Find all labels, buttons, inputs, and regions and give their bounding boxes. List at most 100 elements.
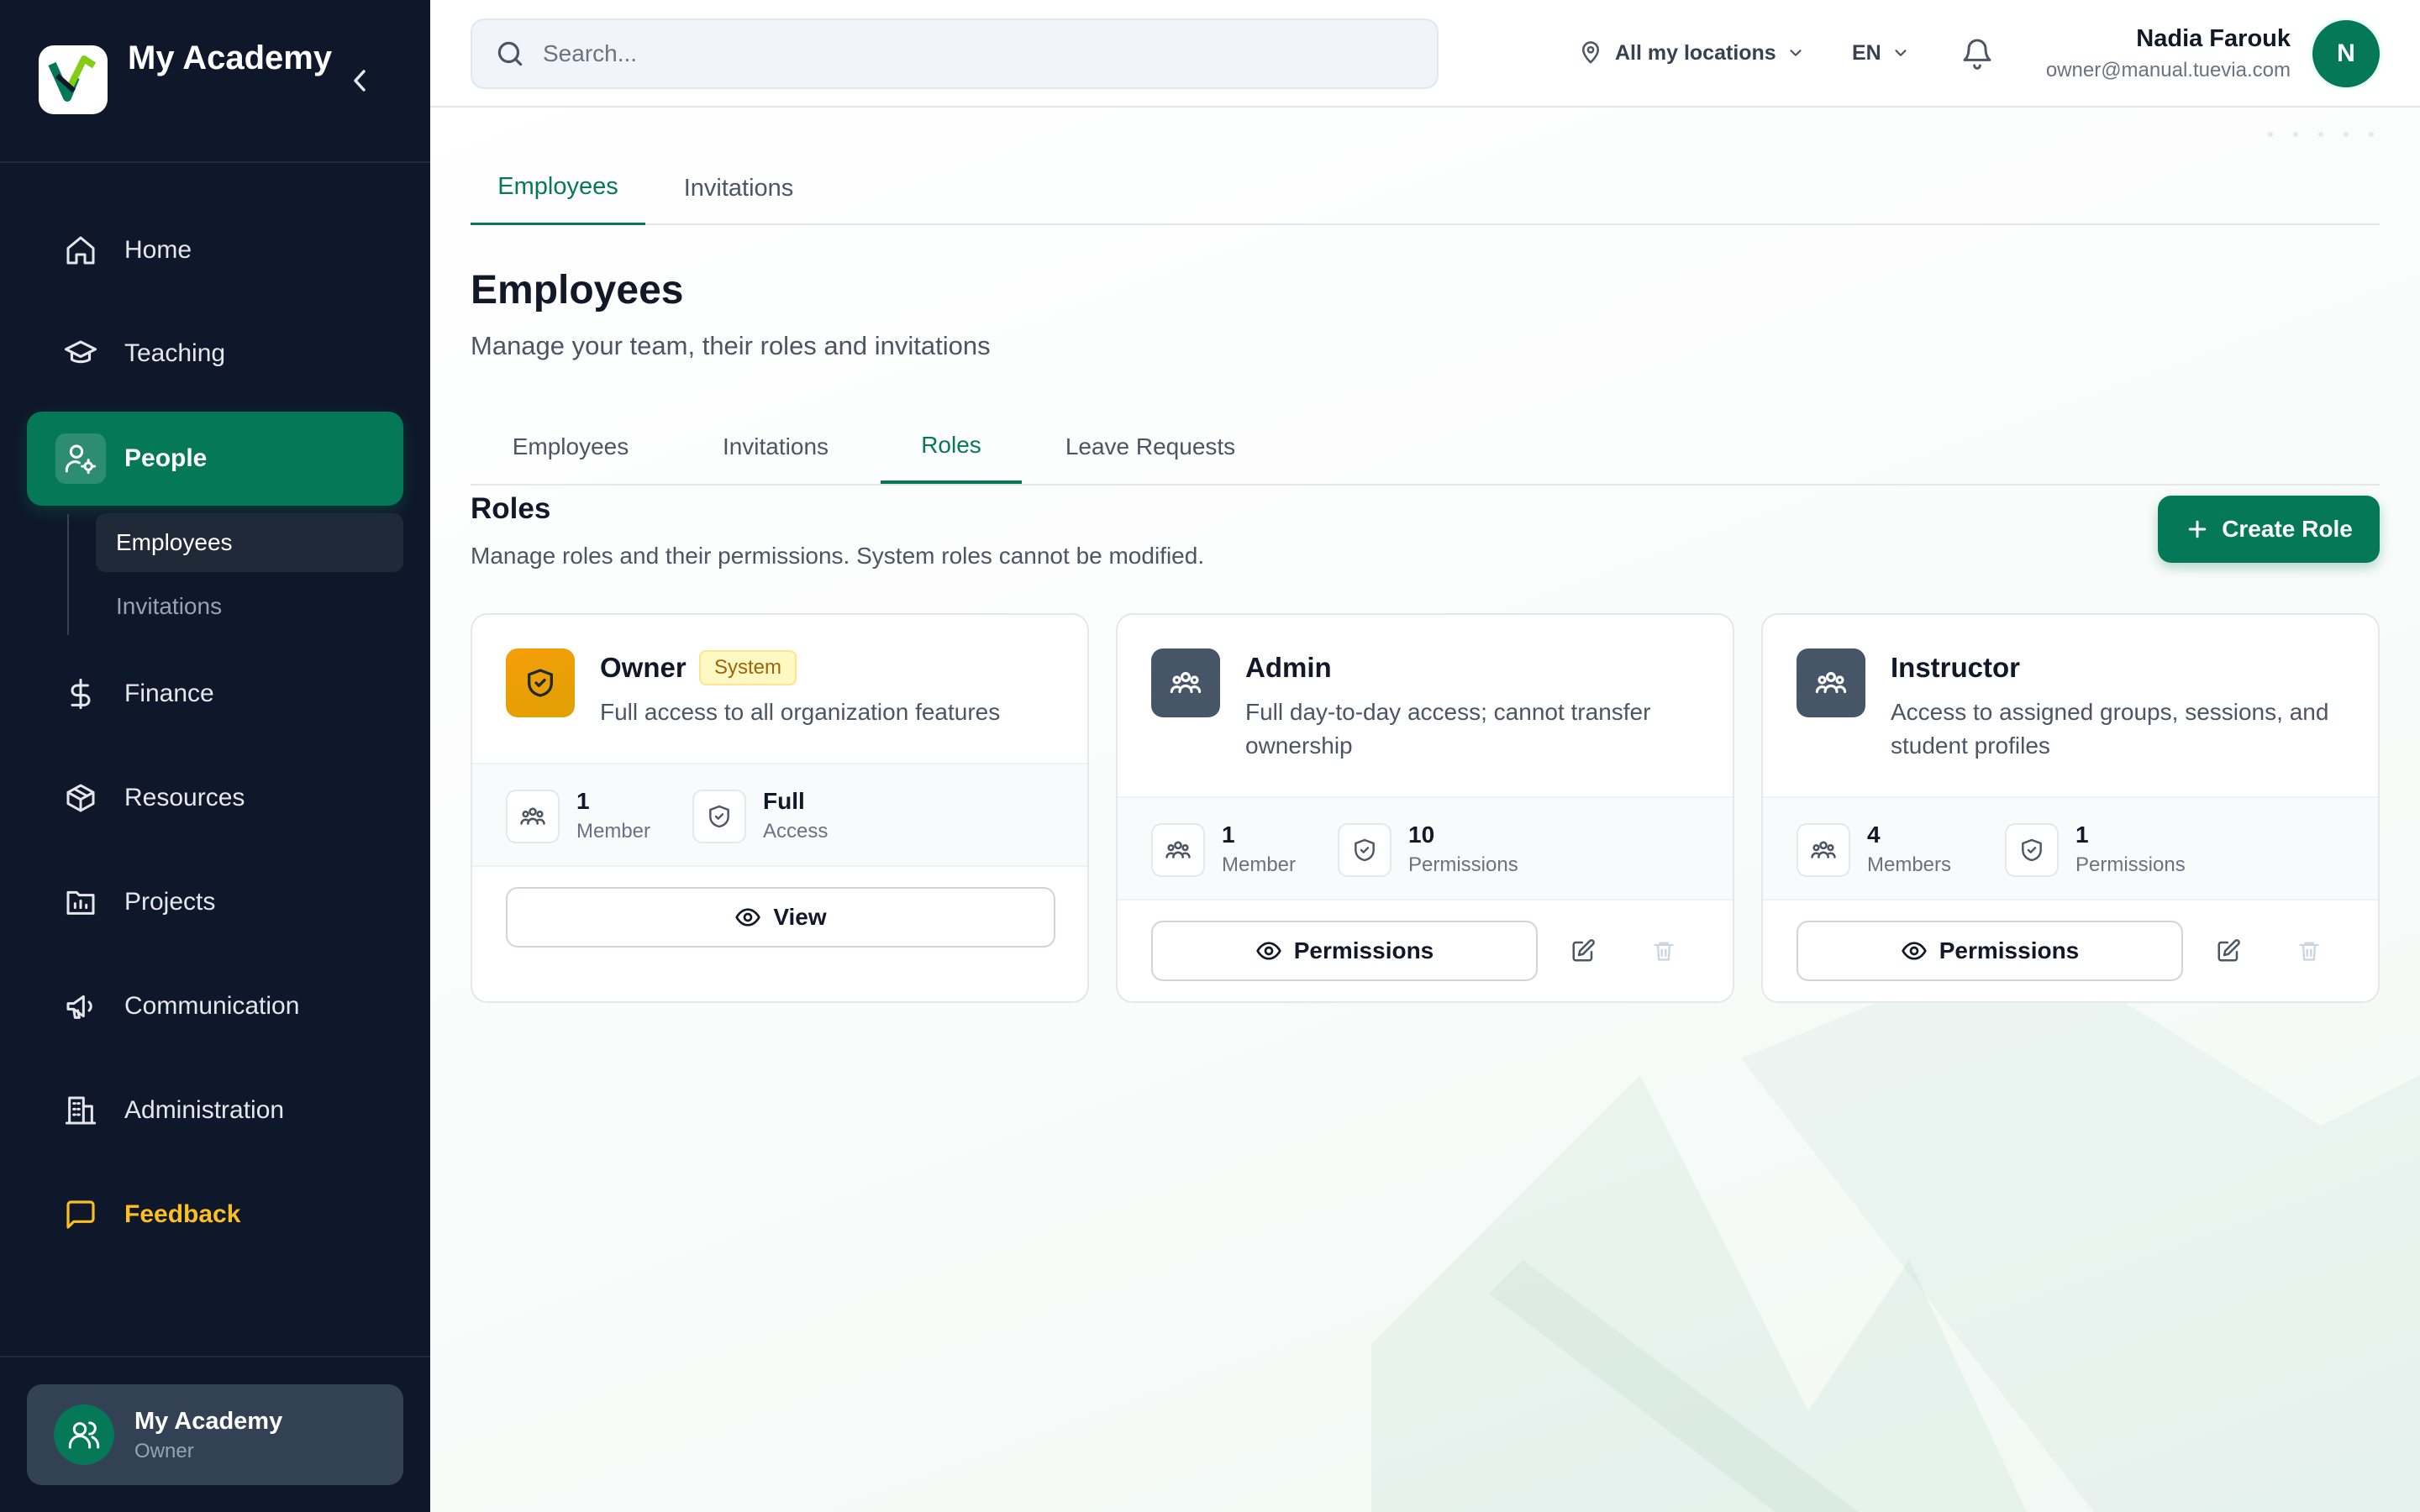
nav-label: People bbox=[124, 444, 208, 472]
eye-icon bbox=[1902, 942, 1927, 960]
role-description: Full access to all organization features bbox=[600, 699, 1001, 725]
building-icon bbox=[55, 1085, 106, 1136]
permissions-value: 10 bbox=[1408, 822, 1435, 848]
top-tabs: Employees Invitations bbox=[471, 151, 2380, 225]
sidebar-footer-divider bbox=[0, 1356, 430, 1357]
user-avatar[interactable]: N bbox=[2312, 20, 2380, 87]
members-icon bbox=[1151, 823, 1205, 877]
permissions-value: 1 bbox=[2075, 822, 2089, 848]
location-select[interactable]: All my locations bbox=[1578, 34, 1805, 72]
search-icon bbox=[497, 41, 523, 66]
members-icon bbox=[1797, 823, 1850, 877]
view-label: View bbox=[773, 904, 827, 930]
user-name: Nadia Farouk bbox=[2136, 25, 2291, 52]
topbar: All my locations EN Nadia Farouk owner@m… bbox=[430, 0, 2420, 108]
eye-icon bbox=[1256, 942, 1281, 960]
members-count: 1 bbox=[1222, 822, 1235, 848]
nav-item-finance[interactable]: Finance bbox=[27, 648, 403, 740]
shield-icon bbox=[692, 790, 746, 843]
delete-role-button[interactable] bbox=[1640, 927, 1687, 974]
chart-folder-icon bbox=[55, 877, 106, 927]
nav-item-resources[interactable]: Resources bbox=[27, 752, 403, 844]
permissions-button[interactable]: Permissions bbox=[1151, 921, 1538, 981]
permissions-label: Permissions bbox=[1939, 937, 2080, 963]
edit-role-button[interactable] bbox=[2205, 927, 2252, 974]
role-name: Owner bbox=[600, 652, 687, 683]
dollar-icon bbox=[55, 669, 106, 719]
home-icon bbox=[55, 225, 106, 276]
permissions-label: Permissions bbox=[1293, 937, 1434, 963]
chevron-left-icon bbox=[354, 70, 366, 92]
permissions-label: Permissions bbox=[1408, 853, 1518, 876]
shield-icon bbox=[1338, 823, 1392, 877]
edit-icon bbox=[1572, 939, 1595, 962]
subnav-item-invitations[interactable]: Invitations bbox=[96, 577, 403, 636]
nav-label: Communication bbox=[124, 992, 300, 1020]
nav-item-feedback[interactable]: Feedback bbox=[27, 1168, 403, 1261]
tab-employees[interactable]: Employees bbox=[471, 151, 645, 225]
subtab-invitations[interactable]: Invitations bbox=[681, 410, 871, 484]
brand-logo[interactable] bbox=[39, 45, 108, 114]
nav-item-people[interactable]: People bbox=[27, 412, 403, 506]
notifications-button[interactable] bbox=[1958, 34, 1996, 72]
nav-item-teaching[interactable]: Teaching bbox=[27, 307, 403, 400]
subnav-item-employees[interactable]: Employees bbox=[96, 513, 403, 572]
subtab-leave-requests[interactable]: Leave Requests bbox=[1030, 410, 1270, 484]
subtab-roles[interactable]: Roles bbox=[881, 410, 1022, 484]
account-name: My Academy bbox=[134, 1408, 283, 1435]
search-box[interactable] bbox=[471, 18, 1439, 89]
sidebar: My Academy Home Teaching People Employee… bbox=[0, 0, 430, 1512]
role-name: Instructor bbox=[1891, 652, 2021, 683]
search-input[interactable] bbox=[543, 40, 1417, 67]
shield-check-icon bbox=[528, 669, 553, 697]
nav-label: Administration bbox=[124, 1096, 285, 1124]
role-description: Access to assigned groups, sessions, and… bbox=[1891, 699, 2329, 759]
edit-role-button[interactable] bbox=[1560, 927, 1607, 974]
permissions-value: Full bbox=[763, 788, 805, 814]
permissions-button[interactable]: Permissions bbox=[1797, 921, 2183, 981]
box-icon bbox=[55, 773, 106, 823]
subtab-employees[interactable]: Employees bbox=[471, 410, 671, 484]
megaphone-icon bbox=[55, 981, 106, 1032]
nav-label: Resources bbox=[124, 784, 245, 811]
create-role-button[interactable]: Create Role bbox=[2158, 496, 2380, 563]
system-badge: System bbox=[699, 650, 797, 685]
role-card-admin: Admin Full day-to-day access; cannot tra… bbox=[1116, 613, 1734, 1003]
page-title: Employees bbox=[471, 268, 684, 312]
language-select[interactable]: EN bbox=[1852, 34, 1910, 72]
role-description: Full day-to-day access; cannot transfer … bbox=[1245, 699, 1651, 759]
decorative-dots bbox=[2268, 132, 2374, 137]
chevron-down-icon bbox=[1895, 50, 1907, 56]
trash-icon bbox=[1654, 942, 1674, 961]
user-cog-icon bbox=[55, 433, 106, 484]
roles-subtitle: Manage roles and their permissions. Syst… bbox=[471, 543, 1205, 569]
role-card-instructor: Instructor Access to assigned groups, se… bbox=[1761, 613, 2380, 1003]
account-switcher[interactable]: My Academy Owner bbox=[27, 1384, 403, 1485]
nav-label: Home bbox=[124, 236, 192, 264]
account-avatar bbox=[54, 1404, 114, 1465]
users-group-icon bbox=[1170, 672, 1202, 694]
delete-role-button[interactable] bbox=[2286, 927, 2333, 974]
plus-icon bbox=[2188, 520, 2207, 538]
nav-label: Teaching bbox=[124, 339, 226, 367]
tab-invitations[interactable]: Invitations bbox=[667, 151, 810, 225]
role-icon bbox=[1151, 648, 1220, 717]
nav-item-administration[interactable]: Administration bbox=[27, 1064, 403, 1157]
members-count: 1 bbox=[576, 788, 590, 814]
language-label: EN bbox=[1852, 40, 1881, 65]
role-card-owner: Owner System Full access to all organiza… bbox=[471, 613, 1089, 1003]
trash-icon bbox=[2299, 942, 2319, 961]
nav-item-home[interactable]: Home bbox=[27, 204, 403, 297]
nav-label: Finance bbox=[124, 680, 214, 707]
view-role-button[interactable]: View bbox=[506, 887, 1055, 948]
role-stats: 1 Member 10 Permissions bbox=[1118, 796, 1733, 900]
nav-item-projects[interactable]: Projects bbox=[27, 856, 403, 948]
members-count: 4 bbox=[1867, 822, 1881, 848]
role-name: Admin bbox=[1245, 652, 1332, 683]
collapse-sidebar-button[interactable] bbox=[343, 62, 376, 99]
members-icon bbox=[506, 790, 560, 843]
chevron-down-icon bbox=[1790, 50, 1802, 56]
nav-label: Feedback bbox=[124, 1200, 241, 1228]
nav-item-communication[interactable]: Communication bbox=[27, 960, 403, 1053]
brand: My Academy bbox=[0, 0, 430, 163]
